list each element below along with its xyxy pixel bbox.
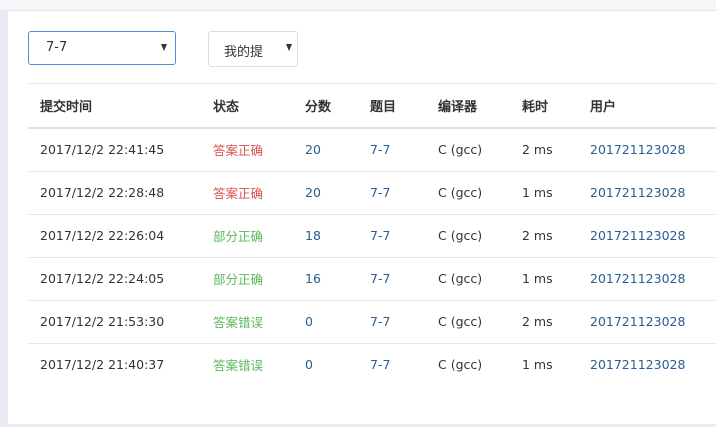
problem-select[interactable]: 7-7 (28, 31, 176, 65)
submission-compiler: C (gcc) (426, 257, 510, 301)
col-header-cost[interactable]: 耗时 (510, 84, 578, 129)
problem-select-value: 7-7 (46, 40, 68, 55)
submission-problem[interactable]: 7-7 (358, 257, 426, 301)
submission-cost: 2 ms (510, 300, 578, 344)
table-row: 2017/12/2 22:41:45 答案正确 20 7-7 C (gcc) 2 ms 20… (28, 128, 716, 172)
submission-user[interactable]: 201721123028 (578, 343, 716, 386)
submission-status[interactable]: 部分正确 (201, 214, 293, 258)
submission-score[interactable]: 16 (293, 257, 358, 301)
submission-cost: 1 ms (522, 357, 553, 373)
submission-user[interactable]: 201721123028 (578, 300, 716, 344)
table-row: 2017/12/2 22:28:48 答案正确 20 7-7 C (gcc) 1 ms 20… (28, 171, 716, 215)
submission-problem[interactable]: 7-7 (358, 343, 426, 386)
table-row: 2017/12/2 22:26:04 部分正确 18 7-7 C (gcc) 2 ms 20… (28, 214, 716, 258)
submission-problem[interactable]: 7-7 (358, 300, 426, 344)
submission-score[interactable]: 18 (293, 214, 358, 258)
submission-user[interactable]: 201721123028 (578, 128, 716, 172)
submission-cost: 1 ms (510, 171, 578, 215)
submission-user[interactable]: 201721123028 (578, 214, 716, 258)
submission-problem[interactable]: 7-7 (358, 171, 426, 215)
submission-time: 2017/12/2 22:24:05 (28, 257, 201, 301)
col-header-score[interactable]: 分数 (293, 84, 358, 129)
submission-compiler: C (gcc) (426, 300, 510, 344)
submission-score[interactable]: 0 (293, 343, 358, 386)
col-header-user[interactable]: 用户 (578, 84, 716, 129)
scope-select-value: 我的提 (224, 45, 264, 60)
col-header-compiler[interactable]: 编译器 (426, 84, 510, 129)
col-header-status[interactable]: 状态 (201, 84, 293, 129)
table-row: 2017/12/2 21:53:30 答案错误 0 7-7 C (gcc) 2 ms 201… (28, 300, 716, 344)
submission-status[interactable]: 答案错误 (201, 343, 293, 386)
submission-compiler: C (gcc) (426, 214, 510, 258)
submission-time: 2017/12/2 21:53:30 (28, 300, 201, 344)
submission-score[interactable]: 20 (293, 171, 358, 215)
submission-score[interactable]: 0 (293, 300, 358, 344)
chevron-down-icon (286, 44, 292, 51)
table-header-row: 提交时间 状态 分数 题目 编译器 耗时 用户 (28, 84, 716, 129)
submission-score[interactable]: 20 (293, 128, 358, 172)
submission-problem[interactable]: 7-7 (358, 214, 426, 258)
submission-compiler: C (gcc) (426, 171, 510, 215)
chevron-down-icon (161, 44, 167, 51)
submission-time: 2017/12/2 22:41:45 (28, 128, 201, 172)
submission-cost: 1 ms (510, 257, 578, 301)
submission-status[interactable]: 答案错误 (201, 300, 293, 344)
submission-compiler: C (gcc) (426, 128, 510, 172)
top-strip (0, 0, 716, 11)
submission-user[interactable]: 201721123028 (578, 171, 716, 215)
submission-cost: 2 ms (510, 214, 578, 258)
submissions-panel: 7-7 我的提 提交时间 状态 分数 题目 编译器 耗时 用户 2017/12/… (7, 11, 716, 424)
table-row: 2017/12/2 22:24:05 部分正确 16 7-7 C (gcc) 1 ms 20… (28, 257, 716, 301)
submission-cost: 2 ms (510, 128, 578, 172)
submission-status[interactable]: 答案正确 (201, 171, 293, 215)
submission-status[interactable]: 部分正确 (201, 257, 293, 301)
submission-time: 2017/12/2 22:28:48 (28, 171, 201, 215)
submission-user[interactable]: 201721123028 (578, 257, 716, 301)
col-header-problem[interactable]: 题目 (358, 84, 426, 129)
submission-status[interactable]: 答案正确 (201, 128, 293, 172)
scope-select[interactable]: 我的提 (208, 31, 298, 67)
table-row: 2017/12/2 21:40:37 答案错误 0 7-7 C (gcc) 1 ms 201… (28, 343, 716, 386)
submission-time: 2017/12/2 22:26:04 (28, 214, 201, 258)
submissions-table: 提交时间 状态 分数 题目 编译器 耗时 用户 2017/12/2 22:41:… (28, 84, 716, 386)
col-header-time[interactable]: 提交时间 (28, 84, 201, 129)
submission-compiler: C (gcc) (438, 357, 483, 373)
submission-problem[interactable]: 7-7 (358, 128, 426, 172)
submission-time: 2017/12/2 21:40:37 (40, 357, 165, 373)
